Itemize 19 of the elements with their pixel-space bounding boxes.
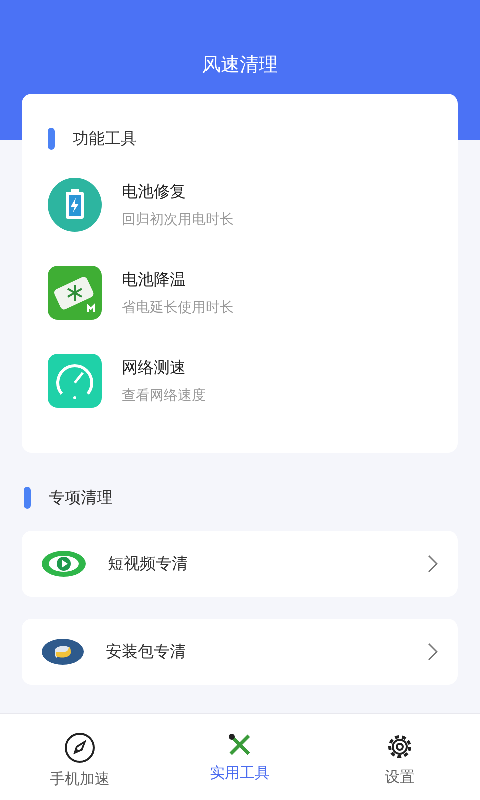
- tool-subtitle: 回归初次用电时长: [122, 210, 234, 228]
- cleanup-label: 短视频专清: [108, 554, 189, 574]
- nav-label: 设置: [385, 768, 415, 787]
- nav-label: 手机加速: [50, 770, 110, 789]
- section-title: 功能工具: [73, 128, 137, 150]
- cleanup-label: 安装包专清: [106, 642, 187, 662]
- nav-tab[interactable]: 设置: [320, 714, 480, 800]
- tool-subtitle: 省电延长使用时长: [122, 298, 234, 316]
- nav-tab[interactable]: 手机加速: [0, 714, 160, 800]
- nav-label: 实用工具: [210, 764, 270, 783]
- section-title: 专项清理: [49, 488, 113, 508]
- tool-title[interactable]: 电池降温: [122, 270, 234, 290]
- cleanup-row[interactable]: 短视频专清: [22, 531, 458, 597]
- app-title: 风速清理: [202, 53, 278, 78]
- cleanup-row[interactable]: 安装包专清: [22, 619, 458, 685]
- tool-title[interactable]: 电池修复: [122, 182, 234, 202]
- tool-subtitle: 查看网络速度: [122, 386, 206, 404]
- nav-tab[interactable]: 实用工具: [160, 714, 320, 800]
- tool-title[interactable]: 网络测速: [122, 358, 206, 378]
